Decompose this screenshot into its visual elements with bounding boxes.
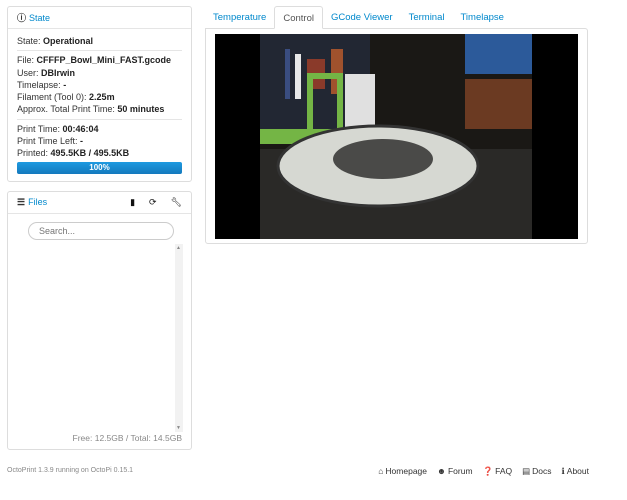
footer-links: ⌂ Homepage ☻ Forum ❓ FAQ ▤ Docs ℹ About xyxy=(378,466,589,477)
control-tab-pane xyxy=(205,28,588,244)
progress-bar: 100% xyxy=(17,161,182,174)
state-panel-header[interactable]: ⓘ State xyxy=(8,7,191,29)
book-icon: ▤ xyxy=(522,466,531,476)
state-panel-title[interactable]: State xyxy=(29,13,50,23)
print-time-row: Print Time: 00:46:04 xyxy=(17,123,99,134)
file-row: File: CFFFP_Bowl_Mini_FAST.gcode xyxy=(17,55,172,66)
user-row: User: DBIrwin xyxy=(17,67,76,78)
state-panel: ⓘ State State: Operational File: CFFFP_Bo… xyxy=(7,6,192,182)
question-circle-icon: ❓ xyxy=(482,466,494,476)
storage-info: Free: 12.5GB / Total: 14.5GB xyxy=(72,433,182,443)
info-circle-icon: ⓘ xyxy=(17,13,27,23)
file-list[interactable]: ▲ ▼ xyxy=(26,244,183,432)
home-icon: ⌂ xyxy=(378,466,384,476)
tab-control[interactable]: Control xyxy=(274,6,323,29)
webcam-stream[interactable] xyxy=(215,34,578,239)
refresh-icon[interactable]: ⟳ xyxy=(149,197,157,207)
timelapse-row: Timelapse: - xyxy=(17,79,67,90)
docs-link[interactable]: ▤ Docs xyxy=(522,466,551,477)
file-list-scrollbar[interactable]: ▲ ▼ xyxy=(175,244,183,432)
divider xyxy=(17,118,182,120)
homepage-link[interactable]: ⌂ Homepage xyxy=(378,466,427,477)
forum-link[interactable]: ☻ Forum xyxy=(437,466,473,477)
tab-gcode-viewer[interactable]: GCode Viewer xyxy=(323,6,401,29)
state-row: State: Operational xyxy=(17,36,94,46)
tab-terminal[interactable]: Terminal xyxy=(401,6,453,29)
scroll-up-icon[interactable]: ▲ xyxy=(176,245,181,251)
tab-temperature[interactable]: Temperature xyxy=(205,6,274,29)
file-search-input[interactable] xyxy=(28,222,174,240)
group-icon: ☻ xyxy=(437,466,446,476)
scroll-down-icon[interactable]: ▼ xyxy=(176,425,181,431)
files-panel: ☰Files ▮⟳🔧︎ ▲▼ Free: 12.5GB / Total: 14.… xyxy=(7,191,192,450)
main-tabs: Temperature Control GCode Viewer Termina… xyxy=(205,6,512,29)
version-info: OctoPrint 1.3.9 running on OctoPi 0.15.1 xyxy=(7,467,134,474)
approx-time-row: Approx. Total Print Time: 50 minutes xyxy=(17,104,165,115)
info-circle-icon: ℹ xyxy=(561,466,565,476)
printed-row: Printed: 495.5KB / 495.5KB xyxy=(17,148,130,159)
files-title[interactable]: ☰ Files xyxy=(17,197,47,208)
webcam-image xyxy=(215,34,578,239)
faq-link[interactable]: ❓ FAQ xyxy=(483,466,513,477)
filament-row: Filament (Tool 0): 2.25m xyxy=(17,92,115,103)
time-left-row: Print Time Left: - xyxy=(17,136,84,147)
upload-file-icon[interactable]: ▮ xyxy=(130,197,135,207)
tab-timelapse[interactable]: Timelapse xyxy=(452,6,511,29)
list-icon: ☰ xyxy=(17,197,26,207)
files-panel-header: ☰ Files ▮ ⟳ 🔧︎ xyxy=(8,192,191,214)
wrench-icon[interactable]: 🔧︎ xyxy=(171,197,182,207)
divider xyxy=(17,50,182,52)
about-link[interactable]: ℹ About xyxy=(562,466,589,477)
